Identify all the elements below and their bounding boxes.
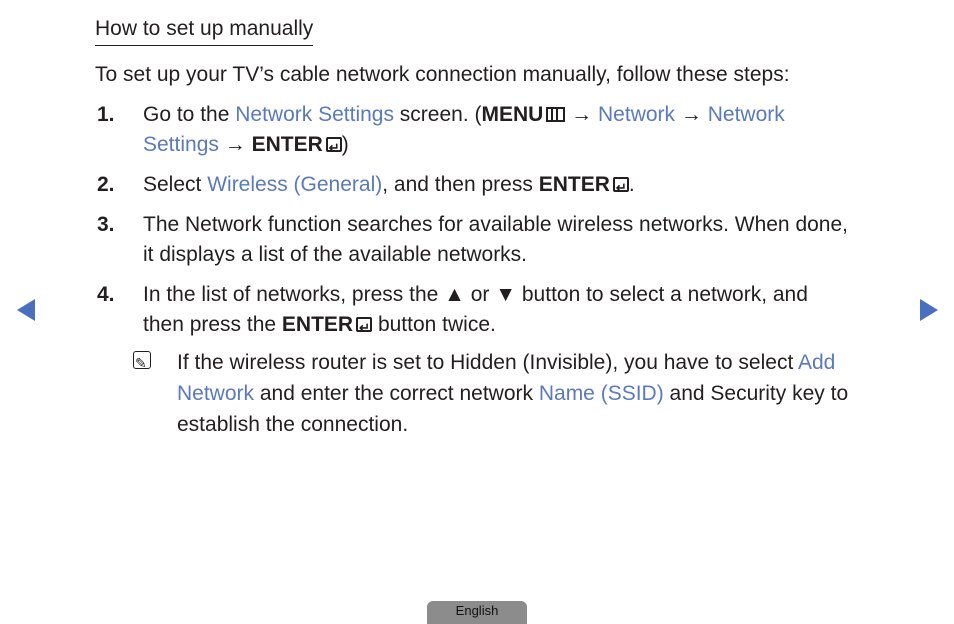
menu-key-label: MENU bbox=[481, 103, 544, 126]
link-name-ssid: Name (SSID) bbox=[538, 382, 664, 405]
arrow: → bbox=[675, 103, 708, 126]
text: and enter the correct network bbox=[254, 382, 539, 405]
step-2: 2. Select Wireless (General), and then p… bbox=[97, 170, 897, 203]
enter-icon bbox=[325, 133, 342, 163]
link-network: Network bbox=[598, 103, 676, 126]
link-wireless-general: Wireless (General) bbox=[207, 173, 383, 196]
text: Go to the bbox=[143, 103, 236, 126]
enter-icon bbox=[612, 173, 629, 203]
text: In the list of networks, press the ▲ or … bbox=[143, 283, 808, 306]
note: If the wireless router is set to Hidden … bbox=[133, 347, 913, 440]
intro-text: To set up your TV’s cable network connec… bbox=[95, 63, 790, 86]
text: ) bbox=[341, 133, 349, 156]
text: Select bbox=[143, 173, 208, 196]
enter-key-label: ENTER bbox=[281, 313, 354, 336]
enter-key-label: ENTER bbox=[538, 173, 610, 196]
enter-icon bbox=[356, 313, 373, 343]
arrow: → bbox=[565, 103, 599, 126]
step-number: 1. bbox=[97, 103, 115, 126]
menu-icon bbox=[546, 107, 566, 122]
previous-page-arrow-icon[interactable] bbox=[17, 299, 35, 321]
arrow: → bbox=[218, 133, 252, 156]
text: The Network function searches for availa… bbox=[143, 213, 848, 236]
step-number: 3. bbox=[97, 213, 115, 236]
note-icon bbox=[133, 348, 151, 379]
text: button twice. bbox=[372, 313, 496, 336]
text: . bbox=[628, 173, 635, 196]
step-number: 4. bbox=[97, 283, 115, 306]
step-4: 4. In the list of networks, press the ▲ … bbox=[97, 280, 897, 343]
text: If the wireless router is set to Hidden … bbox=[177, 351, 798, 374]
enter-key-label: ENTER bbox=[251, 133, 323, 156]
text: it displays a list of the available netw… bbox=[143, 243, 528, 266]
link-network-2: Network bbox=[707, 103, 785, 126]
link-settings: Settings bbox=[143, 133, 219, 156]
next-page-arrow-icon[interactable] bbox=[920, 299, 938, 321]
language-tab[interactable]: English bbox=[427, 601, 527, 624]
text: screen. ( bbox=[393, 103, 482, 126]
text: , and then press bbox=[382, 173, 539, 196]
text: then press the bbox=[143, 313, 282, 336]
step-1: 1. Go to the Network Settings screen. (M… bbox=[97, 100, 897, 163]
step-3: 3. The Network function searches for ava… bbox=[97, 210, 897, 270]
step-number: 2. bbox=[97, 173, 115, 196]
section-heading: How to set up manually bbox=[95, 15, 314, 46]
link-network-settings: Network Settings bbox=[235, 103, 394, 126]
